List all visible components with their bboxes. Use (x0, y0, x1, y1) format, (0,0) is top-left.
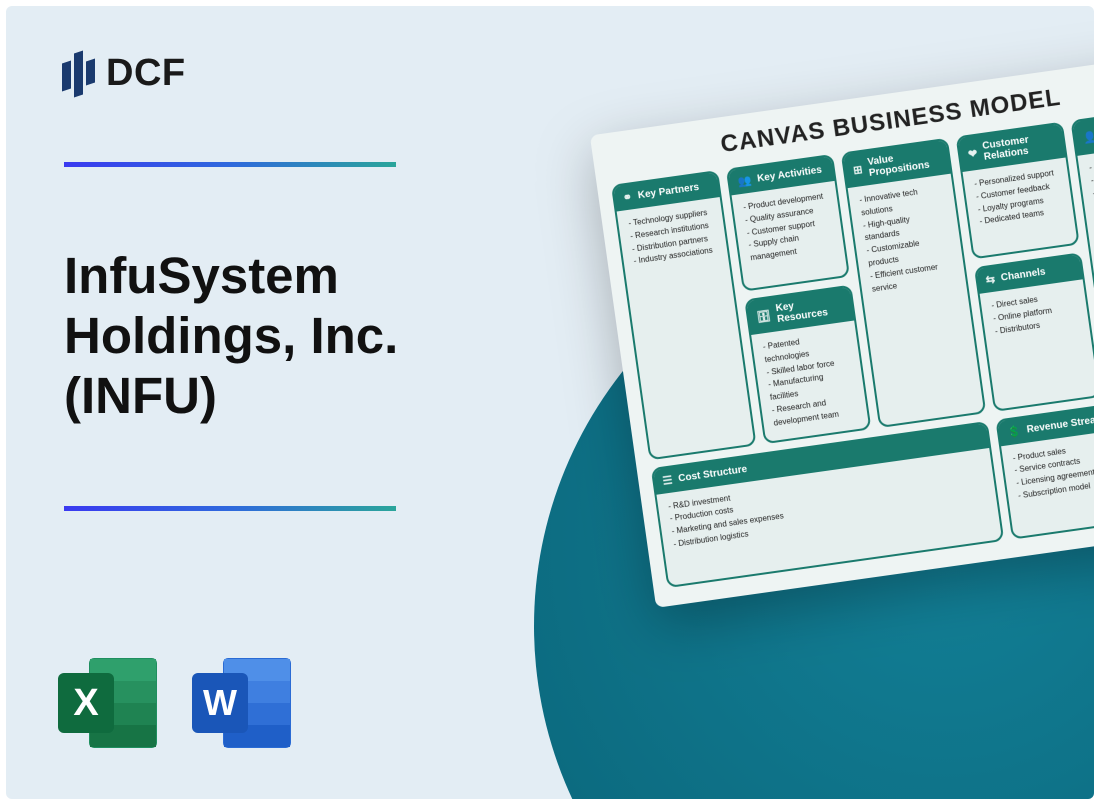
block-title: Channels (1000, 266, 1046, 283)
block-title: Cost Structure (678, 463, 748, 484)
grid-icon: ⊞ (852, 162, 863, 176)
file-type-icons: X W (56, 653, 294, 753)
route-icon: ⇆ (985, 273, 996, 287)
heart-icon: ❤ (967, 146, 978, 160)
block-body: Product developmentQuality assuranceCust… (732, 181, 847, 281)
promo-card: DCF InfuSystem Holdings, Inc. (INFU) X (6, 6, 1094, 799)
block-body: Patented technologiesSkilled labor force… (751, 321, 869, 442)
users-icon: 👤 (1082, 130, 1094, 145)
database-icon: 🗄 (756, 309, 772, 324)
block-customer-relations: ❤ Customer Relations Personalized support… (956, 122, 1080, 260)
block-body: Innovative tech solutionsHigh-quality st… (848, 174, 978, 383)
logo-mark-icon (62, 48, 96, 98)
block-channels: ⇆ Channels Direct salesOnline platformDis… (974, 252, 1094, 411)
block-body: Technology suppliersResearch institution… (617, 197, 747, 406)
block-title: Key Partners (637, 182, 700, 201)
page-title: InfuSystem Holdings, Inc. (INFU) (64, 246, 484, 427)
block-title: Key Resources (775, 294, 845, 325)
svg-text:W: W (203, 682, 237, 723)
block-key-activities: 👥 Key Activities Product developmentQuali… (726, 154, 850, 292)
block-body: Personalized supportCustomer feedbackLoy… (963, 158, 1078, 258)
excel-icon: X (56, 653, 160, 753)
canvas-mockup: CANVAS BUSINESS MODEL ⚭Key Partners Tech… (590, 52, 1094, 607)
brand-logo: DCF (62, 48, 186, 98)
block-key-resources: 🗄Key Resources Patented technologiesSkil… (744, 285, 871, 444)
block-revenue-streams: 💲Revenue Streams Product salesService co… (995, 388, 1094, 539)
people-icon: 👥 (737, 174, 752, 189)
word-icon: W (190, 653, 294, 753)
svg-text:X: X (73, 682, 99, 724)
divider-bottom (64, 506, 396, 511)
sliders-icon: ☰ (662, 473, 674, 487)
link-icon: ⚭ (622, 190, 633, 204)
block-title: Key Activities (756, 165, 822, 185)
block-body: Direct salesOnline platformDistributors (980, 279, 1094, 379)
block-title: Customer Relations (982, 131, 1057, 163)
block-title: Value Propositions (867, 147, 942, 179)
canvas-grid: ⚭ Key Partners Technology suppliersResear… (611, 105, 1094, 587)
brand-name: DCF (106, 52, 186, 95)
money-icon: 💲 (1006, 424, 1021, 439)
divider-top (64, 162, 396, 167)
block-title: Revenue Streams (1026, 413, 1094, 436)
list-item: Hospitals (1088, 151, 1094, 175)
